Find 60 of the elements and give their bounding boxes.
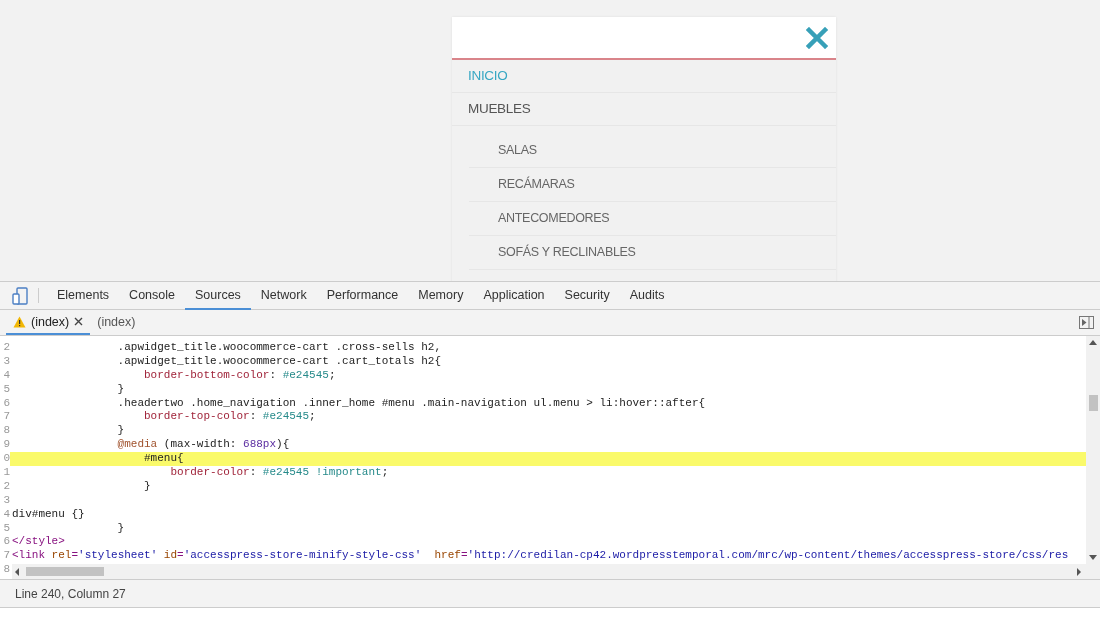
scroll-down-icon[interactable] xyxy=(1089,555,1097,560)
code-line: #menu{ xyxy=(143,452,184,465)
line-number: 5 xyxy=(3,382,10,395)
line-number: 6 xyxy=(3,535,10,548)
horizontal-scrollbar[interactable] xyxy=(12,564,1086,579)
scroll-up-icon[interactable] xyxy=(1089,340,1097,345)
line-number: 1 xyxy=(3,466,10,478)
devtools-tab[interactable]: Elements xyxy=(47,282,120,310)
warning-icon xyxy=(13,315,26,328)
line-number: 4 xyxy=(3,368,10,381)
menu-item[interactable]: MUEBLES xyxy=(452,93,836,126)
vertical-scrollbar[interactable] xyxy=(1086,336,1100,579)
line-number: 2 xyxy=(3,341,10,353)
sidebar-toggle-icon[interactable] xyxy=(1079,316,1094,329)
devtools-tab[interactable]: Memory xyxy=(408,282,474,310)
devtools-tab[interactable]: Application xyxy=(473,282,555,310)
code-line: } xyxy=(116,382,125,395)
scroll-left-icon[interactable] xyxy=(14,567,20,576)
line-number: 2 xyxy=(3,479,10,492)
line-number: 4 xyxy=(3,507,10,520)
line-number: 3 xyxy=(3,493,10,506)
code-line: } xyxy=(116,424,125,437)
scroll-thumb[interactable] xyxy=(26,567,104,576)
devtools-tab[interactable]: Network xyxy=(250,282,317,310)
submenu-item[interactable]: RECÁMARAS xyxy=(469,168,836,202)
devtools-tab[interactable]: Sources xyxy=(185,282,251,310)
code-line: <link rel='stylesheet' id='accesspress-store-minify-style-css' href='http://credilan-cp42.wordpresstemporal.com/mrc/wp-content/themes/accesspress-store/css/res xyxy=(12,549,1069,562)
line-number: 7 xyxy=(3,549,10,562)
scroll-right-icon[interactable] xyxy=(1076,567,1082,576)
close-icon[interactable] xyxy=(74,317,84,326)
devtools-tab[interactable]: Performance xyxy=(316,282,409,310)
line-number: 8 xyxy=(3,424,10,437)
code-line: .apwidget_title.woocommerce-cart .cart_totals h2{ xyxy=(116,354,442,367)
code-line: </style> xyxy=(12,535,65,548)
file-tab[interactable]: (index) xyxy=(90,310,143,335)
code-line: border-top-color: #e24545; xyxy=(143,410,316,423)
line-number: 5 xyxy=(3,521,10,534)
line-number: 9 xyxy=(3,438,10,451)
code-line: border-color: #e24545 !important; xyxy=(169,466,389,478)
line-number: 0 xyxy=(3,452,10,465)
cursor-position-status: Line 240, Column 27 xyxy=(15,586,126,601)
code-line: .apwidget_title.woocommerce-cart .cross-sells h2, xyxy=(116,341,442,353)
code-line: @media (max-width: 688px){ xyxy=(116,438,290,451)
line-number: 6 xyxy=(3,396,10,409)
code-line: border-bottom-color: #e24545; xyxy=(143,368,336,381)
devtools-tab[interactable]: Console xyxy=(119,282,185,310)
line-number: 3 xyxy=(3,354,10,367)
line-number: 7 xyxy=(3,410,10,423)
code-line: } xyxy=(116,521,125,534)
submenu-item[interactable]: SOFÁS Y RECLINABLES xyxy=(469,236,836,270)
devtools-tab[interactable]: Audits xyxy=(619,282,675,310)
device-toolbar-icon[interactable] xyxy=(12,286,28,305)
submenu-item[interactable]: SALAS xyxy=(469,134,836,168)
code-line: div#menu {} xyxy=(12,507,85,520)
submenu-item[interactable]: ANTECOMEDORES xyxy=(469,202,836,236)
devtools-tab[interactable]: Security xyxy=(554,282,620,310)
line-number: 8 xyxy=(3,563,10,576)
scroll-thumb[interactable] xyxy=(1088,395,1098,411)
code-line: .headertwo .home_navigation .inner_home #menu .main-navigation ul.menu > li:hover::after{ xyxy=(116,396,706,409)
code-line: } xyxy=(143,479,151,492)
